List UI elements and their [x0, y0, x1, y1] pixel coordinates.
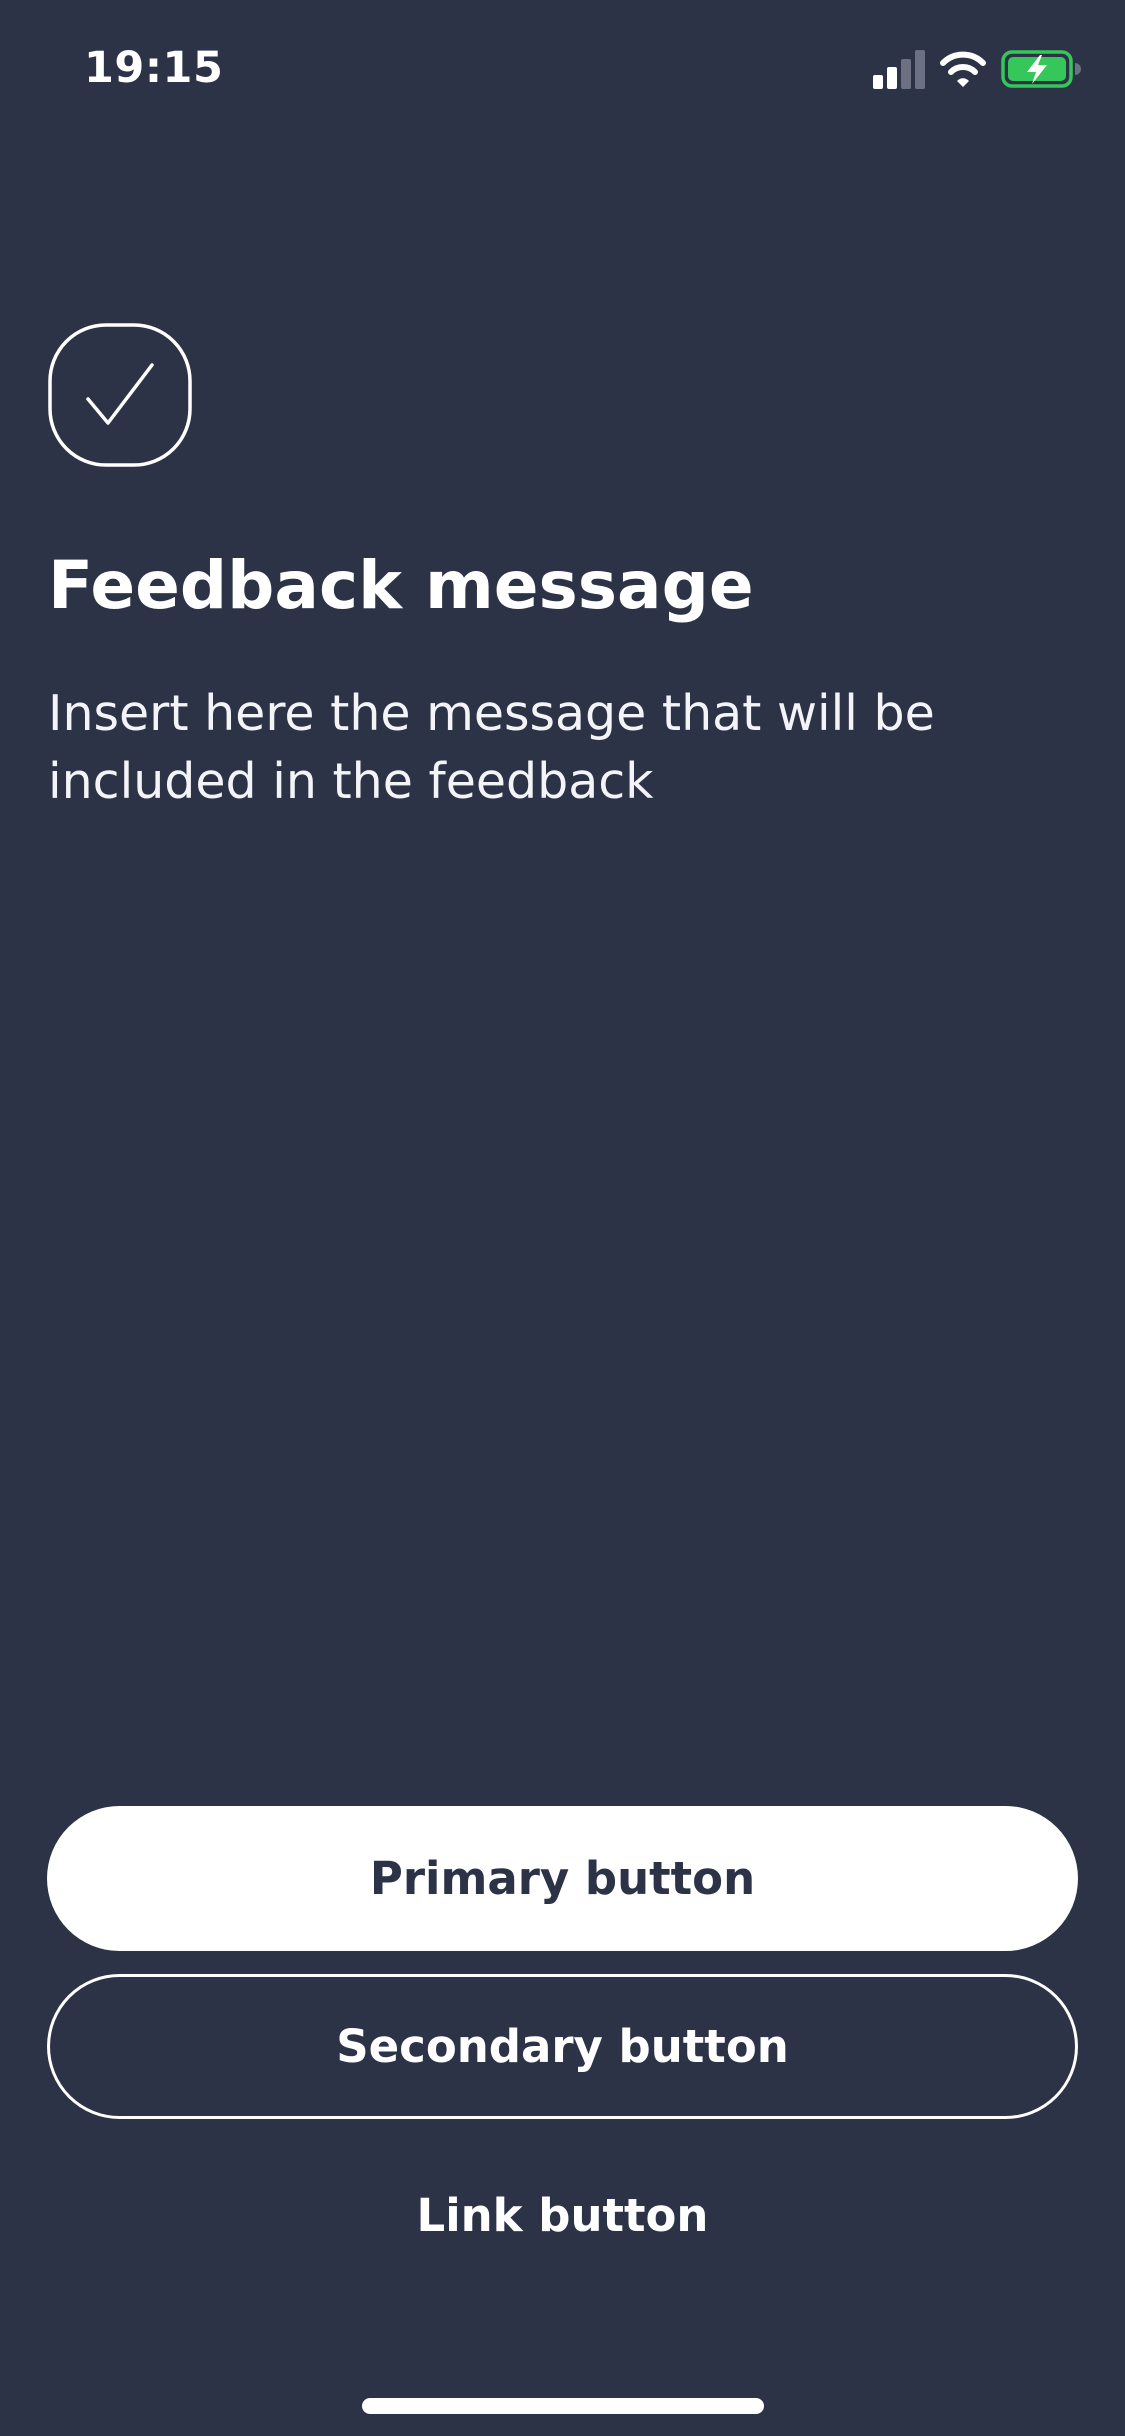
- check-icon: [48, 323, 192, 467]
- status-time: 19:15: [84, 43, 224, 93]
- home-indicator: [362, 2398, 764, 2414]
- status-bar: 19:15: [0, 0, 1125, 140]
- feedback-message: Insert here the message that will be inc…: [48, 685, 935, 810]
- secondary-button[interactable]: Secondary button: [47, 1974, 1078, 2119]
- status-icons: [873, 48, 1083, 92]
- cellular-signal-icon: [873, 50, 925, 89]
- primary-button[interactable]: Primary button: [47, 1806, 1078, 1951]
- wifi-icon: [940, 51, 986, 87]
- battery-charging-icon: [1001, 50, 1081, 88]
- link-button[interactable]: Link button: [47, 2143, 1078, 2288]
- feedback-title: Feedback message: [48, 547, 754, 624]
